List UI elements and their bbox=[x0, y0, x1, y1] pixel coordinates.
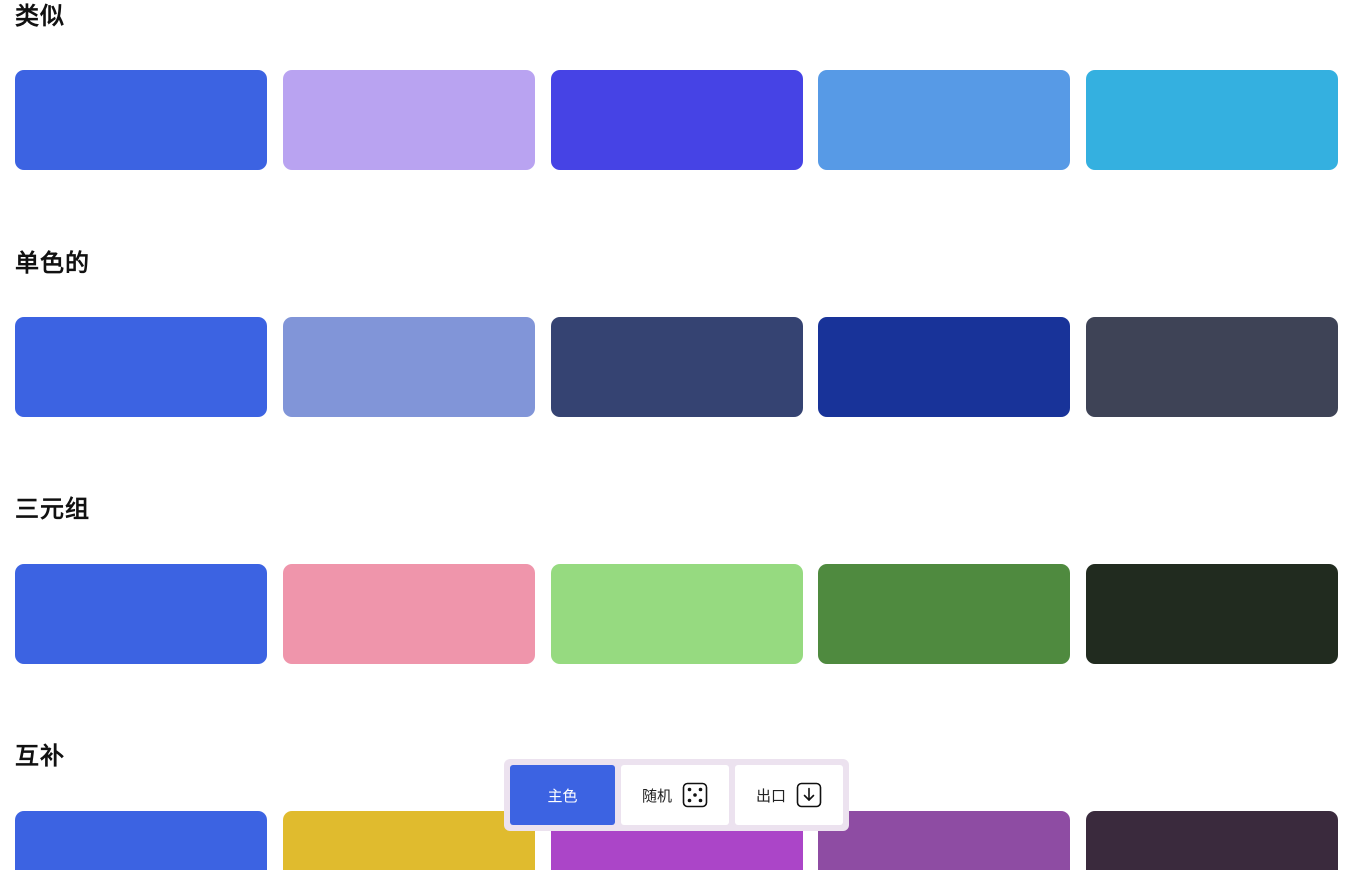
random-label: 随机 bbox=[641, 786, 672, 805]
color-swatch[interactable] bbox=[15, 70, 267, 170]
color-swatch[interactable] bbox=[1086, 811, 1338, 870]
color-swatch[interactable] bbox=[818, 317, 1070, 417]
color-swatch[interactable] bbox=[15, 564, 267, 664]
color-swatch[interactable] bbox=[818, 811, 1070, 870]
export-label: 出口 bbox=[755, 786, 786, 805]
color-swatch[interactable] bbox=[15, 811, 267, 870]
export-button[interactable]: 出口 bbox=[735, 765, 843, 825]
color-swatch[interactable] bbox=[818, 564, 1070, 664]
color-swatch[interactable] bbox=[551, 317, 803, 417]
color-swatch[interactable] bbox=[551, 564, 803, 664]
section-title-analogous: 类似 bbox=[15, 2, 65, 30]
color-swatch[interactable] bbox=[283, 811, 535, 870]
color-swatch[interactable] bbox=[551, 70, 803, 170]
palette-row-analogous bbox=[15, 70, 1338, 170]
download-arrow-icon bbox=[796, 782, 822, 808]
primary-color-label: 主色 bbox=[547, 786, 578, 805]
primary-color-button[interactable]: 主色 bbox=[510, 765, 615, 825]
random-button[interactable]: 随机 bbox=[621, 765, 729, 825]
color-swatch[interactable] bbox=[15, 317, 267, 417]
color-swatch[interactable] bbox=[283, 70, 535, 170]
section-title-triad: 三元组 bbox=[15, 495, 90, 523]
color-swatch[interactable] bbox=[1086, 317, 1338, 417]
palette-row-monochromatic bbox=[15, 317, 1338, 417]
color-swatch[interactable] bbox=[283, 317, 535, 417]
floating-toolbar: 主色 随机 出口 bbox=[504, 759, 849, 831]
color-swatch[interactable] bbox=[1086, 564, 1338, 664]
color-swatch[interactable] bbox=[818, 70, 1070, 170]
color-swatch[interactable] bbox=[283, 564, 535, 664]
section-title-complementary: 互补 bbox=[15, 742, 65, 770]
palette-row-triad bbox=[15, 564, 1338, 664]
color-swatch[interactable] bbox=[1086, 70, 1338, 170]
section-title-monochromatic: 单色的 bbox=[15, 249, 90, 277]
dice-five-icon bbox=[682, 782, 708, 808]
